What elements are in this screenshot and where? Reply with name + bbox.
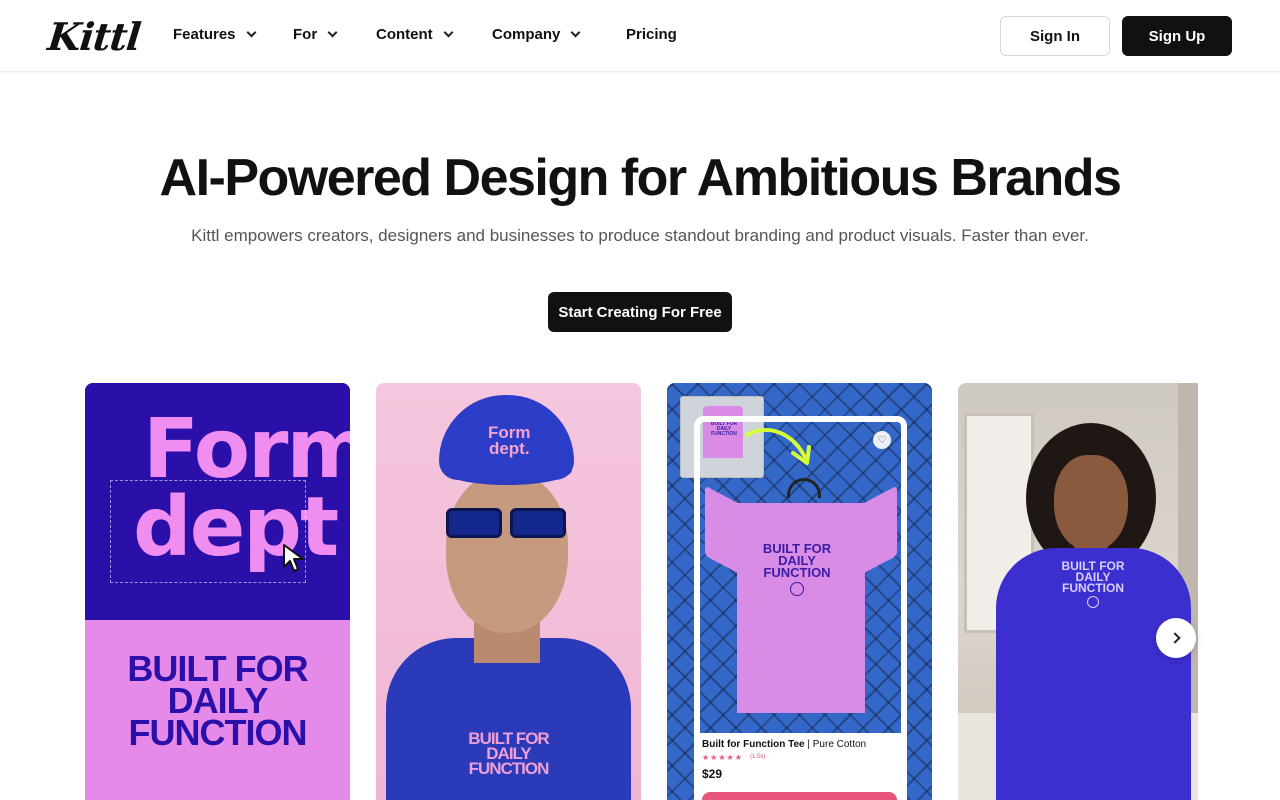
carousel-next-button[interactable] <box>1156 618 1196 658</box>
carousel-card-hoodie[interactable]: Form dept. BUILT FOR DAILY FUNCTION <box>376 383 641 800</box>
lens-left <box>446 508 502 538</box>
hero-title: AI-Powered Design for Ambitious Brands <box>159 149 1122 207</box>
site-header: Kittl Features For Content Company Prici… <box>0 0 1280 72</box>
slogan-text: BUILT FOR DAILY FUNCTION <box>85 651 350 753</box>
sweater-print: BUILT FOR DAILY FUNCTION <box>1053 560 1133 595</box>
product-variant: | Pure Cotton <box>807 739 867 750</box>
lens-right <box>510 508 566 538</box>
cap-logo: Form dept. <box>488 424 531 458</box>
carousel-card-sweater[interactable]: BUILT FOR DAILY FUNCTION <box>958 383 1198 800</box>
chevron-down-icon <box>570 27 581 38</box>
hoodie-print: BUILT FOR DAILY FUNCTION <box>376 730 641 778</box>
start-creating-button[interactable]: Start Creating For Free <box>548 292 732 332</box>
buy-button[interactable] <box>702 792 897 800</box>
chevron-down-icon <box>443 27 454 38</box>
rating-stars: ★★★★★ <box>702 753 743 762</box>
chevron-down-icon <box>246 27 256 38</box>
nav-company-label: Company <box>492 26 561 43</box>
chevron-down-icon <box>327 27 338 38</box>
showcase-carousel: Form dept BUILT FOR DAILY FUNCTION Form … <box>85 383 1198 800</box>
nav-content-label: Content <box>376 26 433 43</box>
cursor-icon <box>283 544 304 572</box>
logo-word-form: Form <box>143 402 350 497</box>
slogan-line: FUNCTION <box>763 565 831 580</box>
globe-icon <box>1087 596 1099 608</box>
nav-pricing[interactable]: Pricing <box>626 26 677 43</box>
face-illustration <box>1054 455 1128 551</box>
chevron-right-icon <box>1168 632 1181 644</box>
nav-content[interactable]: Content <box>376 26 454 43</box>
nav-pricing-label: Pricing <box>626 26 677 43</box>
hero-subtitle: Kittl empowers creators, designers and b… <box>191 226 1089 245</box>
slogan-line: FUNCTION <box>128 712 308 753</box>
nav-for[interactable]: For <box>293 26 338 43</box>
slogan-line: FUNCTION <box>1062 581 1124 595</box>
sunglasses-illustration <box>442 508 570 540</box>
nav-features-label: Features <box>173 26 236 43</box>
product-name: Built for Function Tee | Pure Cotton <box>702 739 866 750</box>
product-info: Built for Function Tee | Pure Cotton ★★★… <box>700 733 901 800</box>
slogan-line: FUNCTION <box>468 759 550 778</box>
sign-up-button[interactable]: Sign Up <box>1122 16 1232 56</box>
nav-company[interactable]: Company <box>492 26 581 43</box>
globe-icon <box>790 582 804 596</box>
tee-print: BUILT FOR DAILY FUNCTION <box>727 542 867 580</box>
nav-for-label: For <box>293 26 318 43</box>
heart-icon[interactable]: ♡ <box>873 431 891 449</box>
carousel-card-logo[interactable]: Form dept BUILT FOR DAILY FUNCTION <box>85 383 350 800</box>
carousel-card-product[interactable]: BUILT FOR DAILY FUNCTION ♡ BUILT FOR DAI… <box>667 383 932 800</box>
product-price: $29 <box>702 767 723 781</box>
cap-logo-line: dept. <box>488 439 530 458</box>
face-illustration <box>446 473 568 633</box>
product-title: Built for Function Tee <box>702 739 805 750</box>
kittl-logo[interactable]: Kittl <box>46 14 143 59</box>
selection-box <box>110 480 306 583</box>
review-count: (1.5k) <box>750 754 766 760</box>
sign-in-button[interactable]: Sign In <box>1000 16 1110 56</box>
tee-illustration <box>737 503 865 713</box>
nav-features[interactable]: Features <box>173 26 256 43</box>
